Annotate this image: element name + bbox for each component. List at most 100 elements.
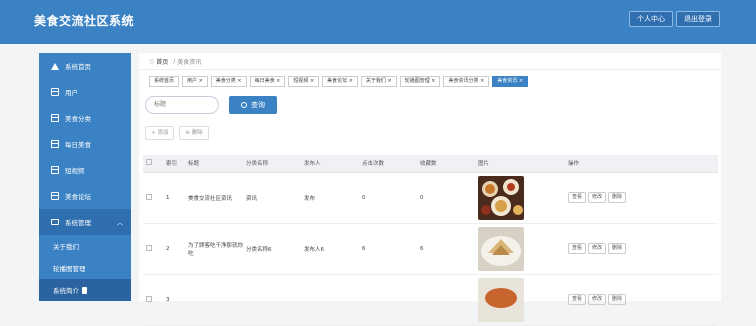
food-image (478, 277, 524, 322)
main-content: ♡ 首页 / 美食资讯 系统首页 用户 × 美食分类 × 每日美食 × 短视频 … (139, 53, 721, 326)
sidebar-item-system-management[interactable]: 系统管理 ︿ (39, 209, 131, 235)
sidebar-item-label: 短视频 (65, 167, 85, 175)
column-header: 点击次数 (359, 155, 417, 173)
row-title: 为了顾客吃干净那就你吃 (185, 223, 243, 275)
row-category: 分类名称6 (243, 223, 301, 275)
row-title (185, 274, 243, 326)
row-clicks: 0 (359, 172, 417, 224)
row-favorites: 6 (417, 223, 475, 275)
row-publisher: 发布 (301, 172, 359, 224)
edit-button[interactable]: 修改 (588, 243, 607, 254)
column-header: 收藏数 (417, 155, 475, 173)
news-table: 索引 标题 分类名称 发布人 点击次数 收藏数 图片 操作 1 美食交流社区资讯… (143, 155, 718, 326)
select-all-checkbox[interactable] (146, 159, 152, 166)
tab-bar: 系统首页 用户 × 美食分类 × 每日美食 × 短视频 × 美食论坛 × 关于我… (139, 70, 721, 87)
sidebar-item-users[interactable]: 用户 (39, 79, 131, 105)
sidebar-item-label: 系统管理 (65, 219, 91, 227)
tab-forum[interactable]: 美食论坛 × (322, 76, 358, 87)
table-row: 2 为了顾客吃干净那就你吃 分类名称6 发布人6 6 6 查看 修改 删除 (143, 223, 718, 275)
chevron-up-icon: ︿ (116, 220, 123, 227)
row-operations: 查看 修改 删除 (568, 192, 718, 203)
row-delete-button[interactable]: 删除 (608, 294, 627, 305)
food-image (478, 226, 524, 271)
top-header: 美食交流社区系统 个人中心 退出登录 (0, 0, 756, 44)
sidebar-item-food-category[interactable]: 美食分类 (39, 105, 131, 131)
tab-home[interactable]: 系统首页 (149, 76, 180, 87)
row-clicks: 6 (359, 223, 417, 275)
personal-center-button[interactable]: 个人中心 (629, 11, 673, 27)
tab-food-category[interactable]: 美食分类 × (210, 76, 247, 87)
sidebar-item-label: 美食论坛 (65, 193, 91, 201)
sidebar-subitem-carousel[interactable]: 轮播图管理 (39, 257, 131, 279)
add-button[interactable]: + 添加 (145, 126, 175, 140)
row-operations: 查看 修改 删除 (568, 243, 718, 254)
column-header: 索引 (163, 155, 185, 173)
hand-cursor-icon (82, 286, 87, 294)
edit-button[interactable]: 修改 (588, 294, 607, 305)
tab-news[interactable]: 美食资讯 × (492, 76, 529, 87)
food-image (478, 175, 524, 220)
sidebar-item-label: 美食分类 (65, 115, 91, 123)
row-publisher: 发布人6 (301, 223, 359, 275)
sidebar-item-forum[interactable]: 美食论坛 (39, 183, 131, 209)
tab-short-video[interactable]: 短视频 × (288, 76, 320, 87)
edit-button[interactable]: 修改 (588, 192, 607, 203)
grid-icon (51, 166, 59, 174)
breadcrumb: ♡ 首页 / 美食资讯 (139, 53, 721, 70)
row-publisher (301, 274, 359, 326)
tab-daily-food[interactable]: 每日美食 × (249, 76, 286, 87)
query-button-label: 查询 (251, 102, 265, 109)
row-favorites (417, 274, 475, 326)
sidebar-item-home[interactable]: 系统首页 (39, 53, 131, 79)
row-delete-button[interactable]: 删除 (608, 243, 627, 254)
view-button[interactable]: 查看 (568, 294, 587, 305)
sidebar-item-daily-food[interactable]: 每日美食 (39, 131, 131, 157)
breadcrumb-current: 美食资讯 (177, 58, 202, 66)
table-header-row: 索引 标题 分类名称 发布人 点击次数 收藏数 图片 操作 (143, 155, 718, 173)
search-icon (241, 102, 247, 108)
row-clicks (359, 274, 417, 326)
grid-icon (51, 192, 59, 200)
row-checkbox[interactable] (146, 193, 152, 200)
sidebar-item-label: 系统首页 (65, 63, 91, 71)
tab-news-category[interactable]: 美食资讯分类 × (443, 76, 490, 87)
tab-about[interactable]: 关于我们 × (360, 76, 397, 87)
table-row: 1 美食交流社区资讯 资讯 发布 0 0 查看 修改 删除 (143, 172, 718, 224)
row-delete-button[interactable]: 删除 (608, 192, 627, 203)
tab-users[interactable]: 用户 × (182, 76, 208, 87)
view-button[interactable]: 查看 (568, 243, 587, 254)
grid-icon (51, 88, 59, 96)
monitor-icon (51, 219, 59, 225)
breadcrumb-home[interactable]: ♡ 首页 (149, 57, 168, 66)
sidebar: 系统首页 用户 美食分类 每日美食 短视频 美食论坛 系统管理 ︿ 关于我们 轮… (39, 53, 131, 301)
row-image-cell (475, 172, 565, 224)
select-all-checkbox-cell[interactable] (143, 155, 163, 173)
column-header: 分类名称 (243, 155, 301, 173)
sidebar-subitem-label: 系统简介 (53, 287, 79, 295)
view-button[interactable]: 查看 (568, 192, 587, 203)
row-image-cell (475, 274, 565, 326)
sidebar-item-short-video[interactable]: 短视频 (39, 157, 131, 183)
header-buttons: 个人中心 退出登录 (629, 11, 720, 27)
column-header: 标题 (185, 155, 243, 173)
query-button[interactable]: 查询 (229, 96, 277, 114)
delete-button[interactable]: ⊖ 删除 (179, 126, 209, 140)
title-search-input[interactable] (145, 96, 219, 114)
tab-carousel[interactable]: 轮播图管理 × (399, 76, 441, 87)
breadcrumb-home-label: 首页 (156, 58, 169, 66)
logout-button[interactable]: 退出登录 (676, 11, 720, 27)
row-title: 美食交流社区资讯 (185, 172, 243, 224)
row-category: 资讯 (243, 172, 301, 224)
row-category (243, 274, 301, 326)
action-buttons: + 添加 ⊖ 删除 (145, 126, 209, 140)
home-icon (51, 62, 59, 70)
column-header: 操作 (565, 155, 718, 173)
row-index: 2 (163, 223, 185, 275)
app-title: 美食交流社区系统 (34, 14, 135, 28)
row-checkbox[interactable] (146, 244, 152, 251)
table-row: 3 查看 修改 删除 (143, 274, 718, 326)
sidebar-subitem-about[interactable]: 关于我们 (39, 235, 131, 257)
column-header: 图片 (475, 155, 565, 173)
sidebar-item-label: 用户 (65, 89, 78, 97)
sidebar-subitem-intro[interactable]: 系统简介 (39, 279, 131, 301)
